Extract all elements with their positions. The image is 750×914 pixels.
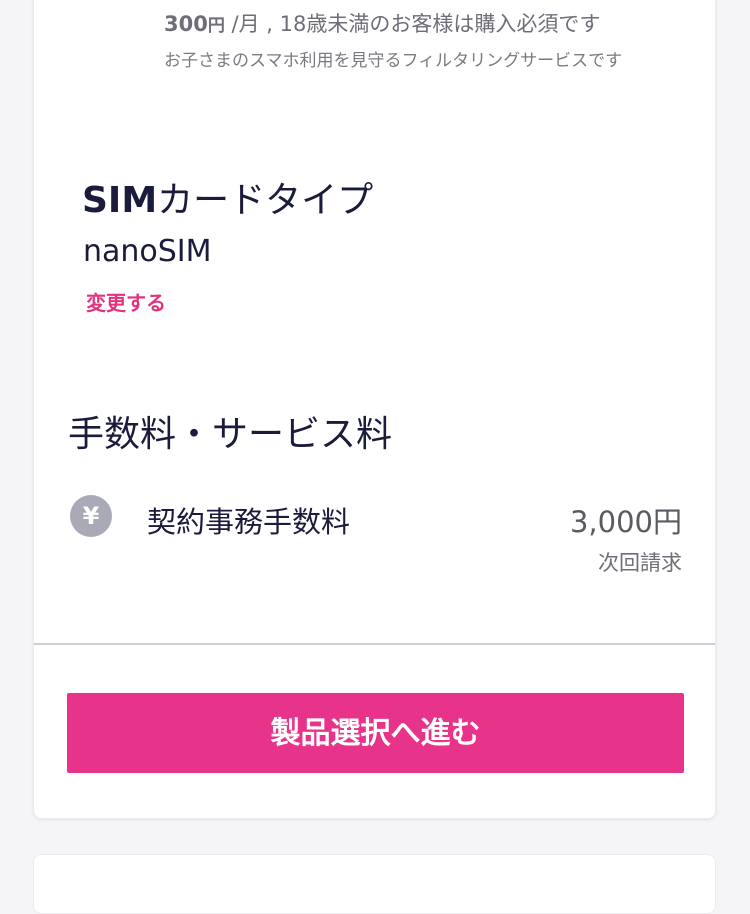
plan-summary-card: 300円 /月 , 18歳未満のお客様は購入必須です お子さまのスマホ利用を見守… [33,0,716,819]
fee-item-amount: 3,000円 [569,505,682,539]
fee-item-billing-note: 次回請求 [598,551,682,575]
fees-heading: 手数料・サービス料 [68,414,393,455]
sim-card-type-title: SIMカードタイプ [82,171,373,223]
change-sim-link[interactable]: 変更する [86,287,166,316]
sim-card-type-value: nanoSIM [83,234,212,269]
divider [34,643,715,645]
filtering-price: 300円 /月 , 18歳未満のお客様は購入必須です [164,8,600,38]
fee-item-name: 契約事務手数料 [147,505,351,539]
filtering-price-yen: 円 [207,16,225,36]
yen-icon: ¥ [70,495,112,537]
sim-title-rest: カードタイプ [157,180,374,221]
filtering-description: お子さまのスマホ利用を見守るフィルタリングサービスです [164,51,623,71]
sim-title-bold: SIM [82,180,158,221]
next-card [33,854,716,914]
filtering-price-amount: 300 [164,12,208,36]
proceed-to-product-selection-button[interactable]: 製品選択へ進む [67,693,684,773]
filtering-price-rest: /月 , 18歳未満のお客様は購入必須です [224,12,601,36]
